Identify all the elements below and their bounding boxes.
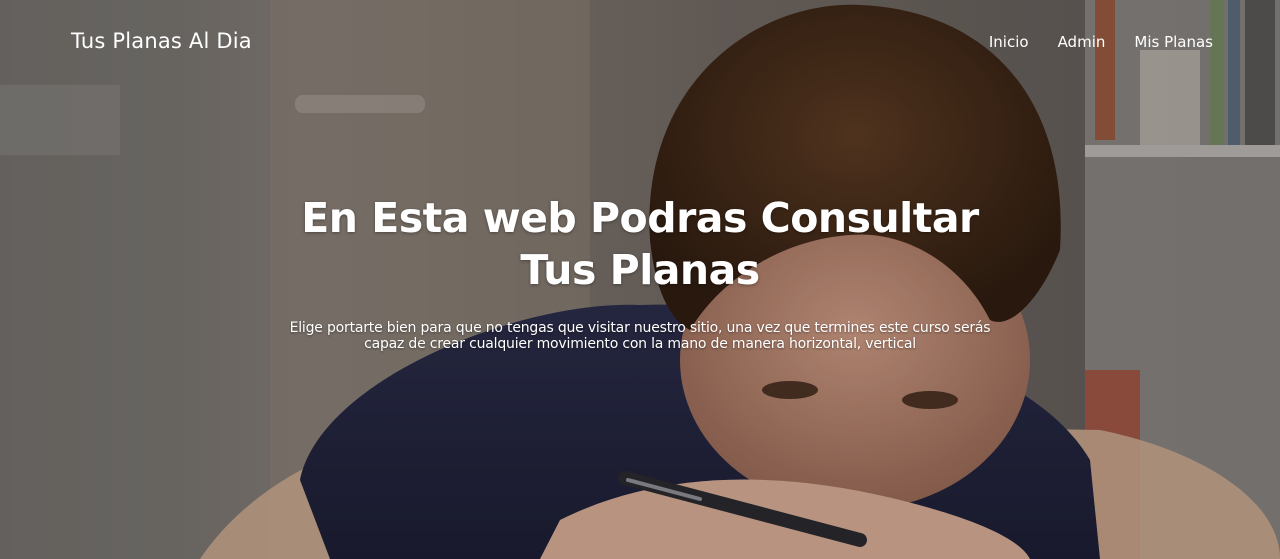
nav-item-mis-planas: Mis Planas (1134, 32, 1213, 51)
brand-logo-link[interactable]: Tus Planas Al Dia (71, 29, 252, 53)
hero-title-line-1: En Esta web Podras Consultar (301, 194, 979, 242)
hero-title-line-2: Tus Planas (520, 246, 760, 294)
hero-content: En Esta web Podras Consultar Tus Planas … (240, 192, 1040, 352)
hero-section: Tus Planas Al Dia Inicio Admin Mis Plana… (0, 0, 1280, 559)
nav-link-admin[interactable]: Admin (1058, 33, 1106, 51)
nav-item-admin: Admin (1058, 32, 1106, 51)
nav-link-inicio[interactable]: Inicio (989, 33, 1029, 51)
nav-item-inicio: Inicio (989, 32, 1029, 51)
hero-title: En Esta web Podras Consultar Tus Planas (240, 192, 1040, 296)
navbar: Tus Planas Al Dia Inicio Admin Mis Plana… (0, 0, 1280, 84)
hero-description: Elige portarte bien para que no tengas q… (289, 320, 991, 352)
nav-menu: Inicio Admin Mis Planas (989, 32, 1213, 51)
nav-link-mis-planas[interactable]: Mis Planas (1134, 33, 1213, 51)
